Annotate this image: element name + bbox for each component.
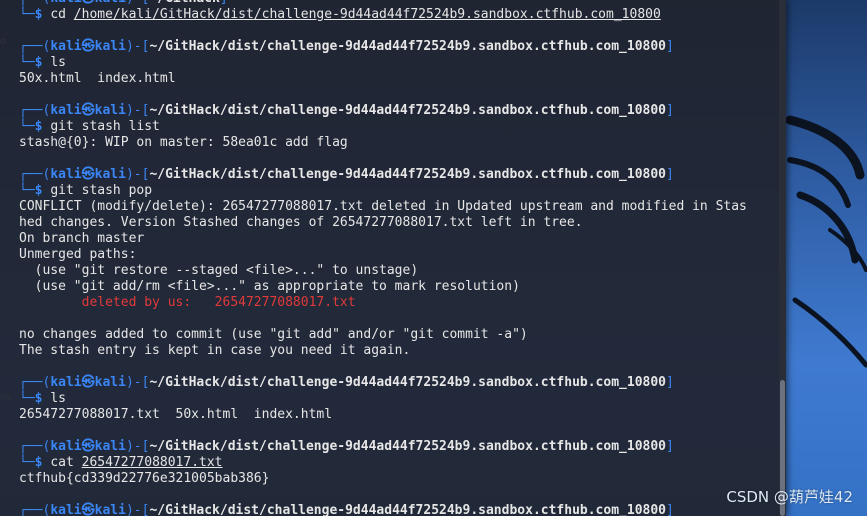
command-line: └─$ git stash pop xyxy=(19,183,153,198)
prompt-host: kali xyxy=(94,503,126,516)
command-line: └─$ cat 26547277088017.txt xyxy=(19,455,223,470)
prompt-user: kali xyxy=(50,439,82,454)
output-line: 26547277088017.txt 50x.html index.html xyxy=(19,407,786,423)
conflict-file-text: deleted by us: 26547277088017.txt xyxy=(19,295,356,310)
command-argument[interactable]: /home/kali/GitHack/dist/challenge-9d44ad… xyxy=(74,7,661,22)
prompt-host: kali xyxy=(94,439,126,454)
output-line: CONFLICT (modify/delete): 26547277088017… xyxy=(19,199,786,215)
prompt-header: ┌──(kali㉿kali)-[~/GitHack/dist/challenge… xyxy=(19,439,674,454)
prompt-path: ~/GitHack/dist/challenge-9d44ad44f72524b… xyxy=(149,167,666,182)
output-text: (use "git restore --staged <file>..." to… xyxy=(19,263,419,278)
watermark: CSDN @葫芦娃42 xyxy=(726,488,853,506)
output-line: The stash entry is kept in case you need… xyxy=(19,343,786,359)
output-text: The stash entry is kept in case you need… xyxy=(19,343,411,358)
prompt-header: ┌──(kali㉿kali)-[~/GitHack] xyxy=(19,0,786,7)
output-text: 50x.html index.html xyxy=(19,71,176,86)
terminal-scrollbar[interactable] xyxy=(779,0,786,516)
output-text: CONFLICT (modify/delete): 26547277088017… xyxy=(19,199,747,214)
prompt-user: kali xyxy=(50,103,82,118)
prompt-path: ~/GitHack/dist/challenge-9d44ad44f72524b… xyxy=(149,439,666,454)
output-line: stash@{0}: WIP on master: 58ea01c add fl… xyxy=(19,135,786,151)
output-text: stash@{0}: WIP on master: 58ea01c add fl… xyxy=(19,135,348,150)
terminal-window[interactable]: ┌──(kali㉿kali)-[~/GitHack]└─$ cd /home/k… xyxy=(0,0,786,516)
output-text: 26547277088017.txt 50x.html index.html xyxy=(19,407,333,422)
prompt-header: ┌──(kali㉿kali)-[~/GitHack/dist/challenge… xyxy=(19,375,674,390)
command-text: ls xyxy=(50,391,66,406)
output-text: hed changes. Version Stashed changes of … xyxy=(19,215,583,230)
terminal-output: ┌──(kali㉿kali)-[~/GitHack]└─$ cd /home/k… xyxy=(19,0,786,516)
prompt-path: ~/GitHack/dist/challenge-9d44ad44f72524b… xyxy=(149,503,666,516)
prompt-path: ~/GitHack/dist/challenge-9d44ad44f72524b… xyxy=(149,375,666,390)
output-text: ctfhub{cd339d22776e321005bab386} xyxy=(19,471,270,486)
prompt-user: kali xyxy=(50,375,82,390)
prompt-header: ┌──(kali㉿kali)-[~/GitHack/dist/challenge… xyxy=(19,167,674,182)
prompt-header: ┌──(kali㉿kali)-[~/GitHack/dist/challenge… xyxy=(19,103,674,118)
output-line: ctfhub{cd339d22776e321005bab386} xyxy=(19,471,786,487)
output-line: (use "git add/rm <file>..." as appropria… xyxy=(19,279,786,295)
prompt-host: kali xyxy=(94,39,126,54)
prompt-host: kali xyxy=(94,103,126,118)
output-line: no changes added to commit (use "git add… xyxy=(19,327,786,343)
command-line: └─$ ls xyxy=(19,391,66,406)
prompt-path: ~/GitHack xyxy=(149,0,219,6)
command-argument[interactable]: 26547277088017.txt xyxy=(82,455,223,470)
output-text: (use "git add/rm <file>..." as appropria… xyxy=(19,279,520,294)
prompt-user: kali xyxy=(50,39,82,54)
command-text: cat xyxy=(50,455,82,470)
prompt-host: kali xyxy=(94,375,126,390)
prompt-user: kali xyxy=(50,0,81,6)
prompt-host: kali xyxy=(94,167,126,182)
prompt-user: kali xyxy=(50,503,82,516)
output-line: (use "git restore --staged <file>..." to… xyxy=(19,263,786,279)
prompt-path: ~/GitHack/dist/challenge-9d44ad44f72524b… xyxy=(149,103,666,118)
command-text: git stash list xyxy=(50,119,160,134)
output-line: hed changes. Version Stashed changes of … xyxy=(19,215,786,231)
command-text: cd xyxy=(50,7,74,22)
prompt-path: ~/GitHack/dist/challenge-9d44ad44f72524b… xyxy=(149,39,666,54)
prompt-user: kali xyxy=(50,167,82,182)
prompt-header: ┌──(kali㉿kali)-[~/GitHack/dist/challenge… xyxy=(19,503,674,516)
output-line: deleted by us: 26547277088017.txt xyxy=(19,295,786,311)
command-line: └─$ ls xyxy=(19,55,66,70)
output-text: no changes added to commit (use "git add… xyxy=(19,327,528,342)
command-text: ls xyxy=(50,55,66,70)
output-line: Unmerged paths: xyxy=(19,247,786,263)
command-line: └─$ git stash list xyxy=(19,119,160,134)
prompt-host: kali xyxy=(95,0,126,6)
output-line: 50x.html index.html xyxy=(19,71,786,87)
command-text: git stash pop xyxy=(50,183,153,198)
output-text: Unmerged paths: xyxy=(19,247,137,262)
output-text: On branch master xyxy=(19,231,145,246)
output-line: On branch master xyxy=(19,231,786,247)
command-line: └─$ cd /home/kali/GitHack/dist/challenge… xyxy=(19,7,661,22)
prompt-header: ┌──(kali㉿kali)-[~/GitHack/dist/challenge… xyxy=(19,39,674,54)
